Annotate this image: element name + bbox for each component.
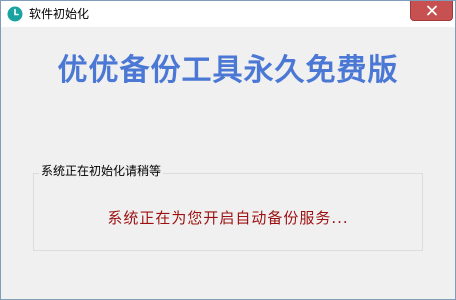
close-button[interactable] <box>410 1 453 21</box>
groupbox-label: 系统正在初始化请稍等 <box>39 164 164 178</box>
status-message: 系统正在为您开启自动备份服务... <box>107 209 349 227</box>
close-icon <box>427 5 437 16</box>
clock-icon <box>7 6 23 22</box>
window-title: 软件初始化 <box>29 7 90 21</box>
product-headline: 优优备份工具永久免费版 <box>57 53 399 88</box>
title-bar[interactable]: 软件初始化 <box>1 1 455 27</box>
init-window: 软件初始化 优优备份工具永久免费版 系统正在初始化请稍等 系统正在为您开启自动备… <box>0 0 456 300</box>
